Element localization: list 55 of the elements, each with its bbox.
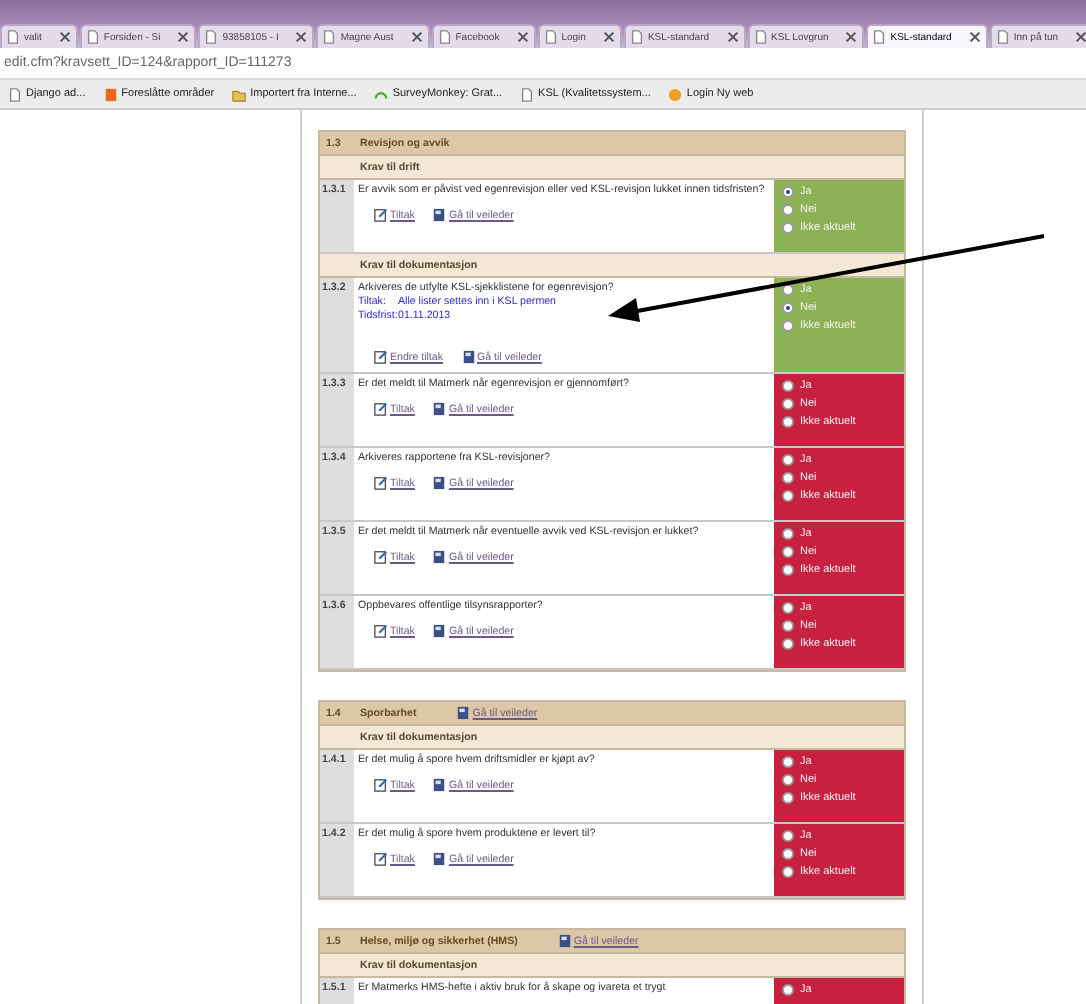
book-icon: [557, 934, 572, 948]
radio-button[interactable]: [782, 302, 794, 314]
radio-button[interactable]: [782, 756, 794, 768]
book-icon: [432, 852, 447, 866]
radio-button[interactable]: [782, 472, 794, 484]
close-icon: [409, 30, 424, 44]
book-icon: [432, 550, 447, 564]
book-icon: [461, 350, 475, 364]
radio-button[interactable]: [782, 984, 794, 996]
arc-icon: [374, 87, 389, 101]
edit-icon: [374, 778, 388, 792]
edit-icon: [374, 550, 388, 564]
book-icon: [432, 208, 447, 222]
radio-button[interactable]: [782, 602, 794, 614]
radio-button[interactable]: [782, 848, 794, 860]
radio-button[interactable]: [782, 866, 794, 878]
radio-button[interactable]: [782, 528, 794, 540]
close-icon: [967, 30, 982, 44]
radio-button[interactable]: [782, 222, 794, 234]
radio-button[interactable]: [782, 546, 794, 558]
radio-button[interactable]: [782, 204, 794, 216]
radio-button[interactable]: [782, 454, 794, 466]
radio-button[interactable]: [782, 380, 794, 392]
edit-icon: [374, 208, 388, 222]
book-icon: [432, 778, 447, 792]
close-icon: [601, 30, 616, 44]
folder-icon: [232, 87, 247, 101]
edit-icon: [374, 402, 388, 416]
radio-button[interactable]: [782, 638, 794, 650]
book-icon: [456, 706, 471, 720]
book-icon: [432, 476, 447, 490]
radio-button[interactable]: [782, 490, 794, 502]
book-icon: [432, 624, 447, 638]
edit-icon: [374, 624, 388, 638]
close-icon: [725, 30, 740, 44]
radio-button[interactable]: [782, 186, 794, 198]
close-icon: [294, 30, 309, 44]
edit-icon: [374, 852, 388, 866]
radio-button[interactable]: [782, 320, 794, 332]
edit-icon: [374, 476, 388, 490]
close-icon: [176, 30, 191, 44]
close-icon: [1074, 30, 1086, 44]
close-icon: [844, 30, 859, 44]
radio-button[interactable]: [782, 774, 794, 786]
close-icon: [57, 30, 72, 44]
edit-icon: [374, 350, 388, 364]
circle-icon: [668, 87, 683, 101]
radio-button[interactable]: [782, 792, 794, 804]
book-icon: [432, 402, 447, 416]
radio-button[interactable]: [782, 830, 794, 842]
radio-button[interactable]: [782, 620, 794, 632]
radio-button[interactable]: [782, 398, 794, 410]
radio-button[interactable]: [782, 564, 794, 576]
radio-button[interactable]: [782, 416, 794, 428]
close-icon: [515, 30, 530, 44]
